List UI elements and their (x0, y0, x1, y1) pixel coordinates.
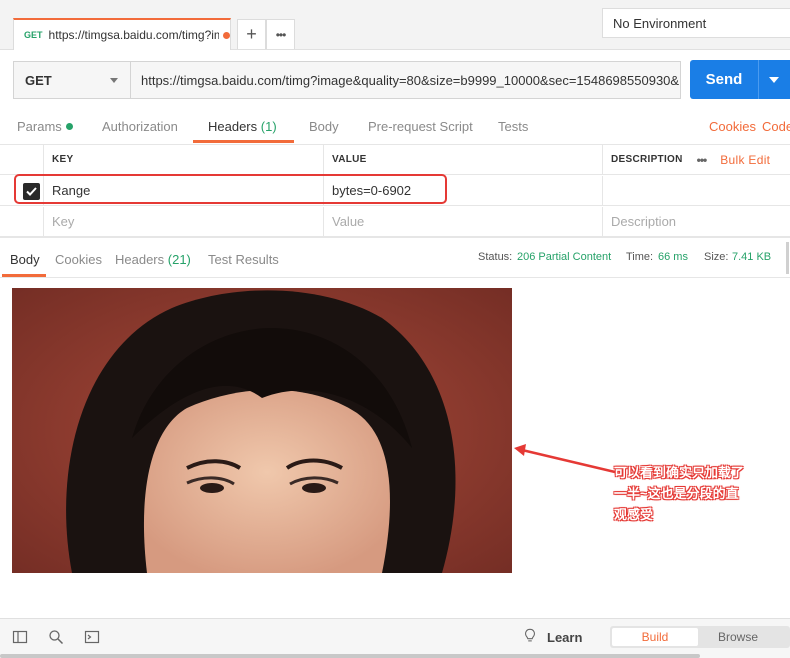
portrait-image (12, 288, 512, 573)
more-options-icon[interactable]: ••• (697, 153, 708, 167)
tab-bar: GET https://timgsa.baidu.com/timg?image … (0, 0, 790, 50)
status-bar: Learn Build Browse (0, 618, 790, 658)
key-placeholder[interactable]: Key (43, 207, 323, 236)
tab-response-headers[interactable]: Headers (21) (115, 252, 191, 267)
empty-check-cell (0, 207, 43, 236)
tab-more-button[interactable]: ••• (266, 19, 295, 49)
value-column-header: VALUE (323, 145, 602, 174)
tab-headers-count: (1) (260, 119, 277, 134)
range-header-highlight (14, 174, 447, 204)
description-header-label: DESCRIPTION (611, 154, 683, 165)
code-link[interactable]: Code (762, 119, 790, 134)
params-indicator-icon (65, 123, 73, 130)
description-placeholder[interactable]: Description (602, 207, 790, 236)
tab-tests[interactable]: Tests (498, 119, 528, 134)
tab-response-cookies[interactable]: Cookies (55, 252, 102, 267)
status-label: Status: (478, 251, 513, 263)
headers-table-header: KEY VALUE DESCRIPTION ••• Bulk Edit (0, 145, 790, 175)
send-button[interactable]: Send (690, 60, 790, 99)
status-value: 206 Partial Content (517, 251, 612, 263)
tab-params-label: Params (17, 119, 62, 134)
bulk-edit-link[interactable]: Bulk Edit (720, 153, 770, 167)
tab-params[interactable]: Params (17, 119, 73, 134)
annotation-line-1: 可以看到确实只加载了 (614, 465, 745, 480)
response-headers-count: (21) (167, 252, 191, 267)
time-label: Time: (626, 251, 654, 263)
annotation-line-2: 一半~这也是分段的直 (614, 486, 739, 501)
send-options-chevron-icon[interactable] (769, 76, 779, 83)
sidebar-toggle-icon[interactable] (12, 629, 28, 645)
tab-body[interactable]: Body (309, 119, 339, 134)
horizontal-scrollbar[interactable] (0, 654, 700, 658)
search-icon[interactable] (48, 629, 64, 645)
unsaved-dot-icon (222, 31, 230, 39)
environment-select[interactable]: No Environment (602, 8, 790, 38)
browse-button[interactable]: Browse (718, 628, 758, 646)
tab-headers-label: Headers (208, 119, 258, 134)
cookies-link[interactable]: Cookies (709, 119, 756, 134)
annotation-note: 可以看到确实只加载了 一半~这也是分段的直 观感受 (614, 462, 774, 525)
tab-method: GET (24, 30, 43, 40)
annotation-arrow-icon (514, 444, 616, 474)
url-bar: GET Send (0, 50, 790, 108)
active-tab-indicator (193, 140, 294, 143)
send-label: Send (705, 71, 743, 88)
tab-authorization[interactable]: Authorization (102, 119, 178, 134)
chevron-down-icon (110, 78, 118, 83)
scrollbar[interactable] (786, 242, 789, 274)
tab-prerequest-script[interactable]: Pre-request Script (368, 119, 473, 134)
tab-test-results[interactable]: Test Results (208, 252, 279, 267)
method-label: GET (25, 72, 52, 88)
new-tab-button[interactable]: + (237, 19, 266, 49)
size-label: Size: (704, 251, 729, 263)
annotation-line-3: 观感受 (614, 507, 654, 522)
value-placeholder[interactable]: Value (323, 207, 602, 236)
response-image (12, 288, 512, 573)
tab-response-body[interactable]: Body (10, 252, 40, 267)
tab-headers[interactable]: Headers (1) (208, 119, 277, 134)
method-select[interactable]: GET (13, 61, 130, 99)
request-tab[interactable]: GET https://timgsa.baidu.com/timg?image (13, 18, 231, 50)
table-row-empty: Key Value Description (0, 207, 790, 237)
request-tabs: Params Authorization Headers (1) Body Pr… (0, 108, 790, 145)
response-headers-label: Headers (115, 252, 165, 267)
build-button[interactable]: Build (612, 628, 698, 646)
response-active-tab-indicator (2, 274, 46, 277)
lightbulb-icon (525, 628, 535, 642)
check-column-header (0, 145, 43, 174)
time-value: 66 ms (658, 251, 688, 263)
tab-title: https://timgsa.baidu.com/timg?image (48, 28, 219, 42)
header-description-cell[interactable] (602, 176, 790, 205)
url-input[interactable] (130, 61, 681, 99)
size-value: 7.41 KB (732, 251, 772, 263)
console-icon[interactable] (84, 629, 100, 645)
send-divider (758, 60, 759, 99)
description-column-header: DESCRIPTION ••• Bulk Edit (602, 145, 790, 174)
key-column-header: KEY (43, 145, 323, 174)
build-browse-toggle: Build Browse (610, 626, 790, 648)
learn-link[interactable]: Learn (547, 630, 582, 645)
